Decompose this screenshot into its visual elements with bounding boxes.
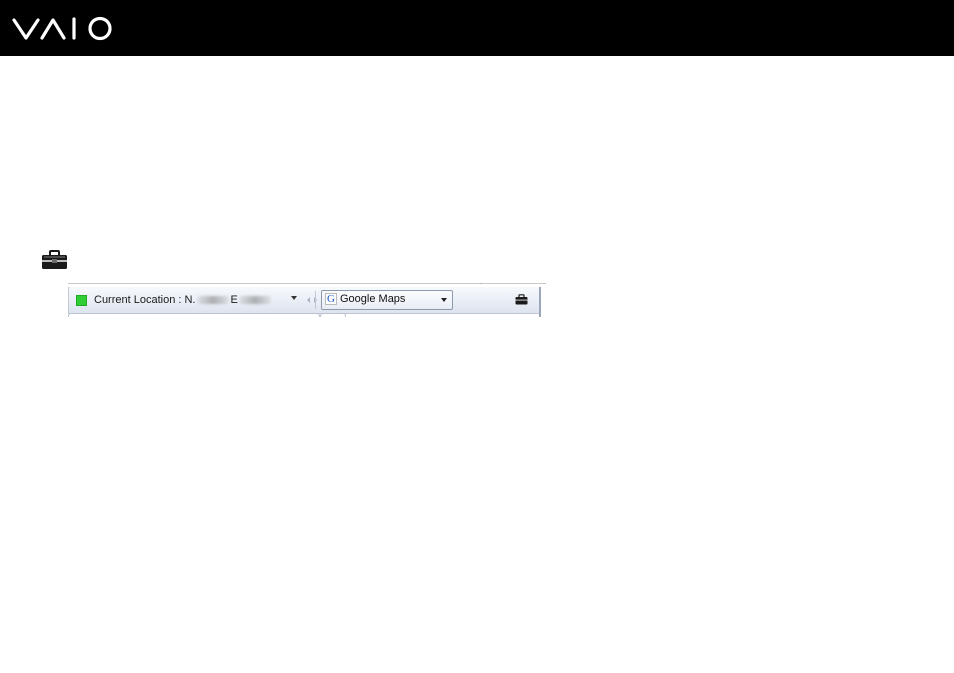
current-location-label: Current Location : N. <box>94 294 196 306</box>
secondary-edit-field[interactable] <box>320 313 346 317</box>
latitude-value-obscured <box>196 296 229 304</box>
location-dropdown-icon[interactable] <box>291 296 297 300</box>
gps-status-icon <box>76 295 87 306</box>
location-toolbar: Current Location : N. E G Google Maps <box>68 283 546 317</box>
header-bar <box>0 0 954 56</box>
toolbar-body: Current Location : N. E G Google Maps <box>68 287 539 314</box>
map-service-select[interactable]: G Google Maps <box>321 290 453 310</box>
toolbar-top-border <box>68 283 546 284</box>
map-service-label: Google Maps <box>340 293 406 305</box>
east-label: E <box>230 294 238 306</box>
nav-arrows-icon[interactable] <box>305 293 319 307</box>
current-location-button[interactable]: Current Location : N. E <box>94 292 273 308</box>
toolbox-button-icon[interactable] <box>515 294 528 305</box>
toolbar-divider <box>315 291 316 309</box>
toolbar-top-tick <box>481 283 482 284</box>
location-edit-field[interactable] <box>68 313 320 317</box>
toolbox-icon <box>42 250 67 269</box>
chevron-down-icon <box>441 298 447 302</box>
longitude-value-obscured <box>238 296 271 304</box>
toolbar-right-edge <box>539 287 541 317</box>
google-g-icon: G <box>325 293 337 305</box>
vaio-logo <box>12 16 112 41</box>
